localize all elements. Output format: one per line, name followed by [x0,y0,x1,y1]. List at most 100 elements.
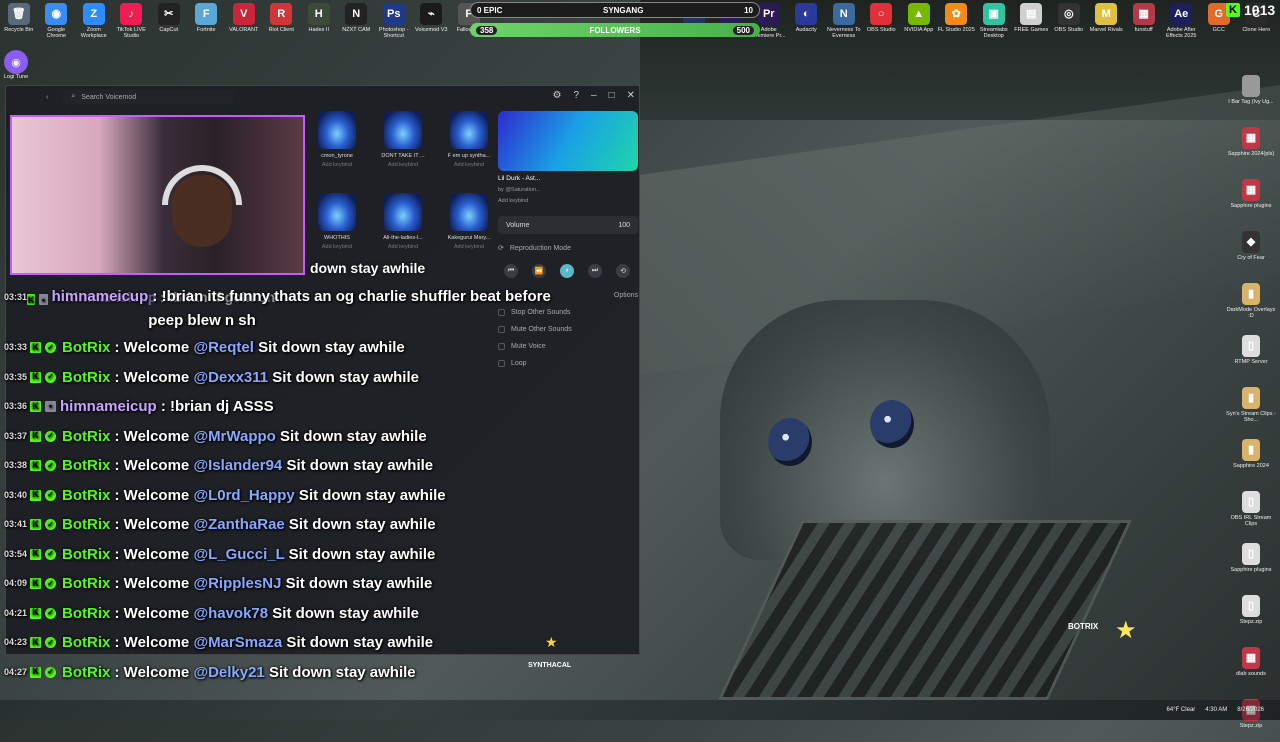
close-button[interactable]: ✕ [627,90,635,101]
desktop-icon[interactable]: ▯ RTMP Server [1226,332,1276,378]
chat-username[interactable]: BotRix [62,569,110,599]
desktop-icon[interactable]: ✂ CapCut [150,0,188,48]
chat-mention[interactable]: @Reqtel [193,339,253,356]
desktop-icon[interactable]: ▯ OBS IRL Stream Clips [1226,488,1276,534]
desktop-icon[interactable]: Z Zoom Workplace [75,0,113,48]
desktop-icon[interactable]: ♪ TikTok LIVE Studio [113,0,151,48]
desktop-icon[interactable]: N Neverness To Everness [825,0,863,48]
desktop-icon[interactable]: R Riot Client [263,0,301,48]
weather-text[interactable]: 64°F Clear [1167,707,1196,713]
sound-waveform-icon [318,193,356,231]
verified-badge-icon: ✓ [45,371,56,383]
app-icon: 🗑 [7,3,30,25]
desktop-icon-label: I Bar Tag (Ivy Ug... [1228,99,1274,105]
kick-badge-icon: K [30,666,41,678]
desktop-icon[interactable]: ▲ NVIDIA App [900,0,938,48]
desktop-icon[interactable]: F Fortnite [188,0,226,48]
chat-username[interactable]: BotRix [62,510,110,540]
add-keybind-link[interactable]: Add keybind [388,162,418,168]
desktop-icon[interactable]: V VALORANT [225,0,263,48]
desktop-icon[interactable]: Ps Photoshop - Shortcut [375,0,413,48]
sound-tile[interactable]: DONT TAKE IT ... Add keybind [372,111,434,189]
chat-text: : Welcome @Delky21 Sit down stay awhile [114,663,416,681]
chat-mention[interactable]: @RipplesNJ [193,575,281,592]
settings-icon[interactable]: ⚙ [552,90,561,101]
chat-mention[interactable]: @L_Gucci_L [193,546,284,563]
desktop-icon[interactable]: ⌁ Voicemod V3 [413,0,451,48]
add-keybind-link[interactable]: Add keybind [322,244,352,250]
desktop-icon[interactable]: ◆ Cry of Fear [1226,228,1276,274]
file-icon: ▮ [1242,283,1260,305]
desktop-icon[interactable]: ▮ Syn's Stream Clips - Sho... [1226,384,1276,430]
sound-tile[interactable]: cmon_tyrone Add keybind [306,111,368,189]
desktop-icon[interactable]: N NZXT CAM [338,0,376,48]
chat-username[interactable]: himnameicup [60,392,157,422]
previous-icon[interactable]: ⏮ [504,264,518,278]
desktop-icon[interactable]: ▦ dlab sounds [1226,644,1276,690]
chat-mention[interactable]: @ZanthaRae [193,516,284,533]
desktop-icon[interactable]: ▦ Sapphire plugins [1226,176,1276,222]
search-input[interactable]: ⌕ Search Voicemod [63,90,234,104]
chat-username[interactable]: BotRix [62,363,110,393]
help-icon[interactable]: ? [573,90,579,101]
next-icon[interactable]: ⏭ [588,264,602,278]
desktop-icon[interactable]: 🗑 Recycle Bin [0,0,38,48]
desktop-icon[interactable]: ✿ FL Studio 2025 [938,0,976,48]
desktop-icon[interactable]: H Hades II [300,0,338,48]
desktop-icon[interactable]: I Bar Tag (Ivy Ug... [1226,72,1276,118]
desktop-icon[interactable]: ○ OBS Studio [863,0,901,48]
desktop-icon[interactable]: M Marvel Rivals [1088,0,1126,48]
chat-mention[interactable]: @Delky21 [193,664,264,681]
chat-username[interactable]: BotRix [62,451,110,481]
add-keybind-link[interactable]: Add keybind [454,244,484,250]
clock-date[interactable]: 8/26/2026 [1237,707,1264,713]
desktop-icon[interactable]: ◎ OBS Studio [1050,0,1088,48]
desktop-icon-logi-tune[interactable]: ◉ Logi Tune [4,50,28,80]
add-keybind-button[interactable]: Add keybind [498,197,638,204]
sound-waveform-icon [384,111,422,149]
desktop-icon[interactable]: ▮ DarkMode Overlays :D [1226,280,1276,326]
desktop-icon[interactable]: ▯ Stepz.zip [1226,592,1276,638]
chat-username[interactable]: BotRix [62,481,110,511]
chat-username[interactable]: himnameicup [52,285,149,309]
kick-badge-icon: K [30,430,41,442]
add-keybind-link[interactable]: Add keybind [322,162,352,168]
chat-mention[interactable]: @MrWappo [193,428,275,445]
chat-username[interactable]: BotRix [62,599,110,629]
back-arrow-icon[interactable]: ‹ [46,94,48,101]
desktop-icon[interactable]: ▦ Sapphire 2024(pls) [1226,124,1276,170]
chat-username[interactable]: BotRix [62,540,110,570]
desktop-icon[interactable]: ▯ Sapphire plugins [1226,540,1276,586]
pause-button[interactable]: ⏸ [560,264,574,278]
desktop-icon[interactable]: ▦ funstuff [1125,0,1163,48]
reproduction-mode[interactable]: ⟳ Reproduction Mode [498,244,638,253]
chat-mention[interactable]: @Islander94 [193,457,282,474]
chat-mention[interactable]: @MarSmaza [193,634,282,651]
volume-control[interactable]: Volume 100 [498,216,638,234]
desktop-icon[interactable]: ◉ Google Chrome [38,0,76,48]
desktop-icon[interactable]: ▣ Streamlabs Desktop [975,0,1013,48]
clock-time[interactable]: 4:30 AM [1205,707,1227,713]
maximize-button[interactable]: □ [609,90,615,101]
desktop-icon[interactable]: ▤ FREE Games [1013,0,1051,48]
add-keybind-link[interactable]: Add keybind [388,244,418,250]
desktop-icon[interactable]: ◐ Audacity [788,0,826,48]
chat-username[interactable]: BotRix [62,658,110,688]
chat-username[interactable]: BotRix [62,333,110,363]
loop-icon[interactable]: ⟲ [616,264,630,278]
chat-mention[interactable]: @Dexx311 [193,369,268,386]
chat-mention[interactable]: @L0rd_Happy [193,487,294,504]
desktop-icon[interactable]: ▮ Sapphire 2024 [1226,436,1276,482]
chat-username[interactable]: BotRix [62,628,110,658]
add-keybind-link[interactable]: Add keybind [454,162,484,168]
chat-mention[interactable]: @havok78 [193,605,268,622]
minimize-button[interactable]: – [591,90,597,101]
rewind-icon[interactable]: ⏪ [532,264,546,278]
chat-username[interactable]: BotRix [62,422,110,452]
desktop-icon-label: Audacity [795,27,817,33]
desktop-icon-label: Adobe After Effects 2025 [1166,27,1197,39]
sound-tile[interactable]: F em up syntha... Add keybind [438,111,500,189]
sound-tile[interactable]: Kakegurui Mary... Add keybind [438,193,500,271]
chat-text: : Welcome @Dexx311 Sit down stay awhile [114,368,419,386]
desktop-icon[interactable]: Ae Adobe After Effects 2025 [1163,0,1201,48]
